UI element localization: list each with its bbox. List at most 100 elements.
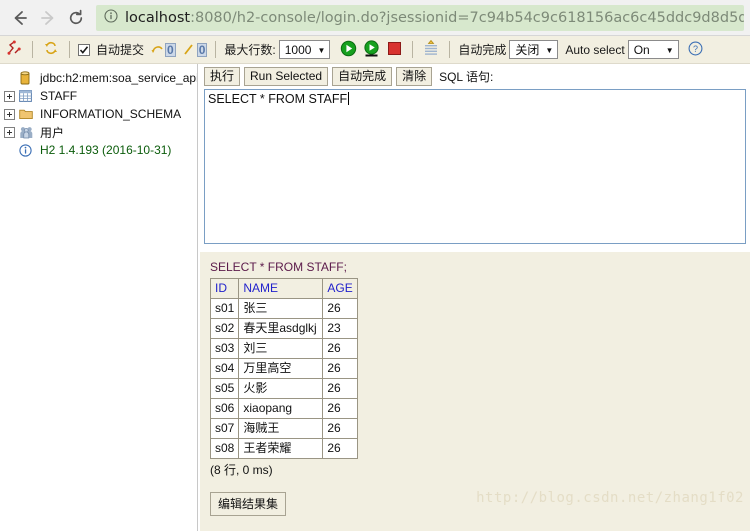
auto-select-label: Auto select [565,42,625,57]
cell-id: s03 [209,338,240,359]
cell-age: 26 [322,338,358,359]
run-selected-green-play-icon [363,39,380,60]
cell-age: 26 [322,378,358,399]
sidebar-item-information-schema[interactable]: INFORMATION_SCHEMA [4,105,197,123]
max-rows-select[interactable]: 1000 ▼ [278,40,331,59]
max-rows-label: 最大行数: [224,43,276,57]
max-rows-value: 1000 [284,42,312,57]
column-header-id[interactable]: ID [209,278,240,299]
cell-age: 26 [322,358,358,379]
execute-button[interactable]: 执行 [204,67,241,86]
cell-id: s05 [209,378,240,399]
sidebar-item-version: H2 1.4.193 (2016-10-31) [4,141,197,159]
run-selected-button[interactable] [361,39,381,60]
sidebar-item-label: INFORMATION_SCHEMA [40,107,182,121]
sql-input-value: SELECT * FROM STAFF [208,92,348,106]
expand-toggle-icon[interactable] [4,108,15,120]
commit-button[interactable]: 0 [147,40,176,60]
sidebar-item-staff[interactable]: STAFF [4,87,197,105]
table-row[interactable]: s01 张三 26 [209,298,358,319]
back-button[interactable] [6,4,34,32]
cell-id: s08 [209,438,240,459]
table-row[interactable]: s08 王者荣耀 26 [209,438,358,459]
cell-id: s07 [209,418,240,439]
result-table-body: s01 张三 26 s02 春天里asdglkj 23 s03 刘三 26 s0… [209,298,358,459]
sidebar-item-connection[interactable]: jdbc:h2:mem:soa_service_api [4,69,197,87]
commit-icon [147,40,167,60]
table-row[interactable]: s03 刘三 26 [209,338,358,359]
users-icon [19,125,36,140]
cell-name: 火影 [238,378,324,399]
toolbar-separator [32,41,33,58]
result-query-echo: SELECT * FROM STAFF; [210,260,347,274]
cell-name: 春天里asdglkj [238,318,324,339]
cell-age: 26 [322,438,358,459]
table-row[interactable]: s06 xiaopang 26 [209,398,358,419]
cell-id: s01 [209,298,240,319]
info-circle-icon [19,143,36,158]
table-row[interactable]: s05 火影 26 [209,378,358,399]
sidebar-item-label: H2 1.4.193 (2016-10-31) [40,143,172,157]
run-selected-button[interactable]: Run Selected [244,67,329,86]
autocomplete-label: 自动完成 [458,43,507,57]
toolbar-separator [215,41,217,58]
toolbar-separator [412,41,414,58]
result-status: (8 行, 0 ms) [210,463,273,477]
help-button[interactable]: ? [686,40,706,60]
column-header-name[interactable]: NAME [238,278,324,299]
cell-name: 王者荣耀 [238,438,324,459]
toolbar-separator [69,41,70,58]
refresh-button[interactable] [41,40,61,60]
forward-button[interactable] [34,4,62,32]
sql-input[interactable]: SELECT * FROM STAFF [204,89,746,244]
autocomplete-select[interactable]: 关闭 ▼ [509,40,559,59]
svg-text:?: ? [693,44,698,54]
folder-icon [19,107,36,122]
sidebar-item-users[interactable]: 用户 [4,123,197,141]
autocommit-label: 自动提交 [96,43,145,57]
rollback-icon [179,40,199,60]
autocomplete-value: 关闭 [515,43,540,57]
cell-name: xiaopang [238,398,324,419]
autocommit-checkbox[interactable] [78,43,90,56]
result-table: ID NAME AGE s01 张三 26 s02 春天里asdglkj 23 [209,278,358,459]
command-history-button[interactable] [421,39,441,60]
cell-name: 海贼王 [238,418,324,439]
command-history-icon [423,39,439,60]
sql-panel: 执行 Run Selected 自动完成 清除 SQL 语句: SELECT *… [200,64,750,531]
column-header-age[interactable]: AGE [322,278,358,299]
toolbar-separator [449,41,451,58]
text-caret [348,92,350,105]
auto-select-value: On [633,42,650,57]
address-host: localhost [125,9,191,26]
help-question-icon: ? [688,41,703,59]
clear-button[interactable]: 清除 [396,67,433,86]
auto-select-select[interactable]: On ▼ [627,40,679,59]
info-circle-icon[interactable] [104,9,118,26]
autocomplete-button[interactable]: 自动完成 [332,67,393,86]
cell-age: 26 [322,298,358,319]
table-row[interactable]: s02 春天里asdglkj 23 [209,318,358,339]
table-row[interactable]: s07 海贼王 26 [209,418,358,439]
results-panel: SELECT * FROM STAFF; ID NAME AGE s01 张三 … [200,252,750,531]
expand-toggle-icon[interactable] [4,90,15,102]
address-bar[interactable]: localhost:8080/h2-console/login.do?jsess… [96,4,744,31]
commit-count: 0 [165,42,176,57]
rollback-count: 0 [196,42,208,57]
refresh-arrows-icon [43,40,60,59]
run-button[interactable] [338,40,358,60]
chevron-down-icon: ▼ [317,45,326,55]
database-cylinder-icon [19,71,36,86]
arrow-left-icon [11,9,29,27]
console-body: jdbc:h2:mem:soa_service_api STAFF INFORM… [0,64,750,531]
reload-button[interactable] [62,4,90,32]
browser-chrome: localhost:8080/h2-console/login.do?jsess… [0,0,750,36]
disconnect-button[interactable] [4,40,24,60]
table-row[interactable]: s04 万里高空 26 [209,358,358,379]
cell-age: 26 [322,398,358,419]
expand-toggle-icon[interactable] [4,126,15,138]
stop-button[interactable] [384,40,404,60]
edit-result-set-button[interactable]: 编辑结果集 [210,492,287,516]
rollback-button[interactable]: 0 [179,40,208,60]
checkmark-icon [79,45,89,54]
